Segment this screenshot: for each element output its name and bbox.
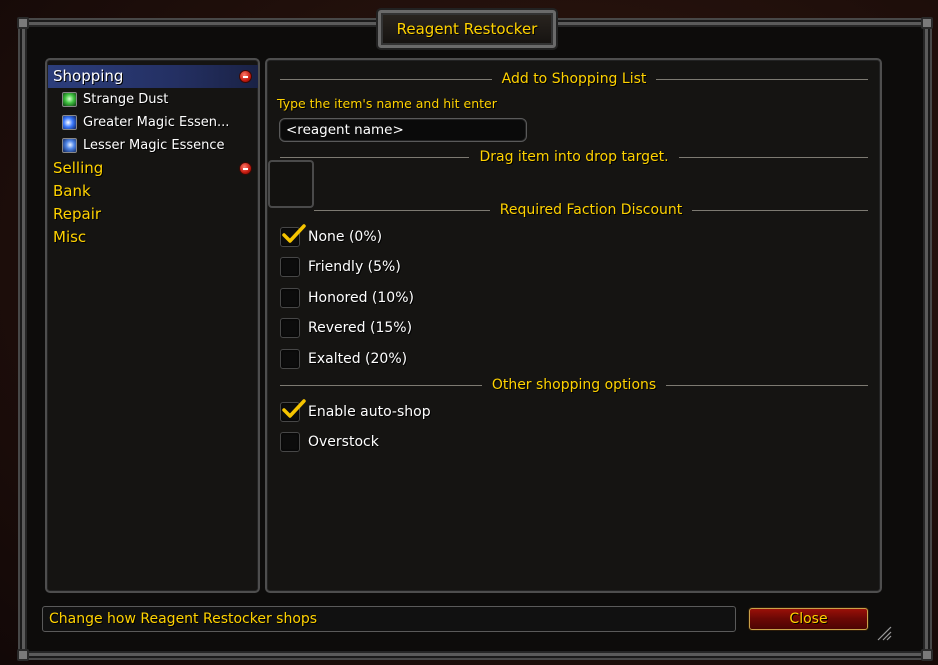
window-title-tab[interactable]: Reagent Restocker: [378, 10, 556, 48]
frame-corner: [921, 17, 933, 29]
divider: [314, 209, 490, 211]
nav-item-bank[interactable]: Bank: [48, 180, 258, 203]
section-header-other-options: Other shopping options: [280, 376, 868, 394]
option-label: Overstock: [308, 434, 379, 450]
option-label: Exalted (20%): [308, 351, 408, 367]
collapse-icon[interactable]: [239, 70, 252, 83]
collapse-icon[interactable]: [239, 162, 252, 175]
divider: [656, 78, 869, 80]
checkbox[interactable]: [280, 257, 300, 277]
nav-subitem-lesser-magic-essence[interactable]: Lesser Magic Essence: [48, 134, 258, 157]
option-label: None (0%): [308, 229, 383, 245]
checkbox[interactable]: [280, 288, 300, 308]
option-overstock[interactable]: Overstock: [280, 431, 379, 453]
option-label: Honored (10%): [308, 290, 414, 306]
divider: [678, 156, 868, 158]
nav-item-label: Misc: [53, 228, 87, 246]
divider: [666, 384, 868, 386]
section-title: Add to Shopping List: [501, 71, 647, 87]
close-button[interactable]: Close: [749, 608, 868, 630]
section-title: Required Faction Discount: [499, 202, 683, 218]
nav-item-label: Selling: [53, 159, 104, 177]
checkbox[interactable]: [280, 432, 300, 452]
nav-item-repair[interactable]: Repair: [48, 203, 258, 226]
faction-option-honored[interactable]: Honored (10%): [280, 287, 414, 309]
checkbox[interactable]: [280, 224, 306, 247]
window-title: Reagent Restocker: [396, 20, 538, 38]
section-title: Other shopping options: [491, 377, 657, 393]
option-label: Friendly (5%): [308, 259, 401, 275]
divider: [280, 78, 492, 80]
nav-item-shopping[interactable]: Shopping: [48, 65, 258, 88]
faction-option-none[interactable]: None (0%): [280, 224, 383, 248]
divider: [280, 384, 482, 386]
checkbox[interactable]: [280, 349, 300, 369]
strange-dust-icon: [62, 92, 77, 107]
reagent-name-input[interactable]: <reagent name>: [279, 118, 527, 142]
nav-item-label: Repair: [53, 205, 102, 223]
faction-option-revered[interactable]: Revered (15%): [280, 317, 412, 339]
nav-item-label: Bank: [53, 182, 91, 200]
resize-grip-icon[interactable]: [876, 625, 892, 641]
divider: [280, 156, 470, 158]
section-header-drag-item: Drag item into drop target.: [280, 148, 868, 166]
section-title: Drag item into drop target.: [479, 149, 669, 165]
lesser-magic-essence-icon: [62, 138, 77, 153]
nav-subitem-label: Strange Dust: [83, 92, 169, 107]
nav-subitem-strange-dust[interactable]: Strange Dust: [48, 88, 258, 111]
nav-item-selling[interactable]: Selling: [48, 157, 258, 180]
option-label: Revered (15%): [308, 320, 413, 336]
faction-option-exalted[interactable]: Exalted (20%): [280, 348, 407, 370]
section-header-faction-discount: Required Faction Discount: [280, 201, 869, 219]
faction-option-friendly[interactable]: Friendly (5%): [280, 256, 401, 278]
nav-item-label: Shopping: [53, 67, 124, 85]
greater-magic-essence-icon: [62, 115, 77, 130]
section-header-add-to-list: Add to Shopping List: [280, 70, 869, 88]
checkmark-icon: [282, 399, 306, 418]
reagent-name-hint: Type the item's name and hit enter: [277, 96, 497, 111]
nav-item-misc[interactable]: Misc: [48, 226, 258, 249]
nav-subitem-greater-magic-essence[interactable]: Greater Magic Essen...: [48, 111, 258, 134]
option-label: Enable auto-shop: [308, 404, 431, 420]
divider: [692, 209, 869, 211]
checkbox[interactable]: [280, 399, 306, 422]
nav-subitem-label: Lesser Magic Essence: [83, 138, 225, 153]
checkbox[interactable]: [280, 318, 300, 338]
category-tree: Shopping Strange Dust Greater Magic Esse…: [48, 65, 258, 249]
status-bar: Change how Reagent Restocker shops: [42, 606, 736, 632]
checkmark-icon: [282, 224, 306, 243]
nav-subitem-label: Greater Magic Essen...: [83, 115, 230, 130]
frame-corner: [17, 17, 29, 29]
frame-corner: [921, 649, 933, 661]
option-enable-auto-shop[interactable]: Enable auto-shop: [280, 399, 431, 423]
frame-corner: [17, 649, 29, 661]
